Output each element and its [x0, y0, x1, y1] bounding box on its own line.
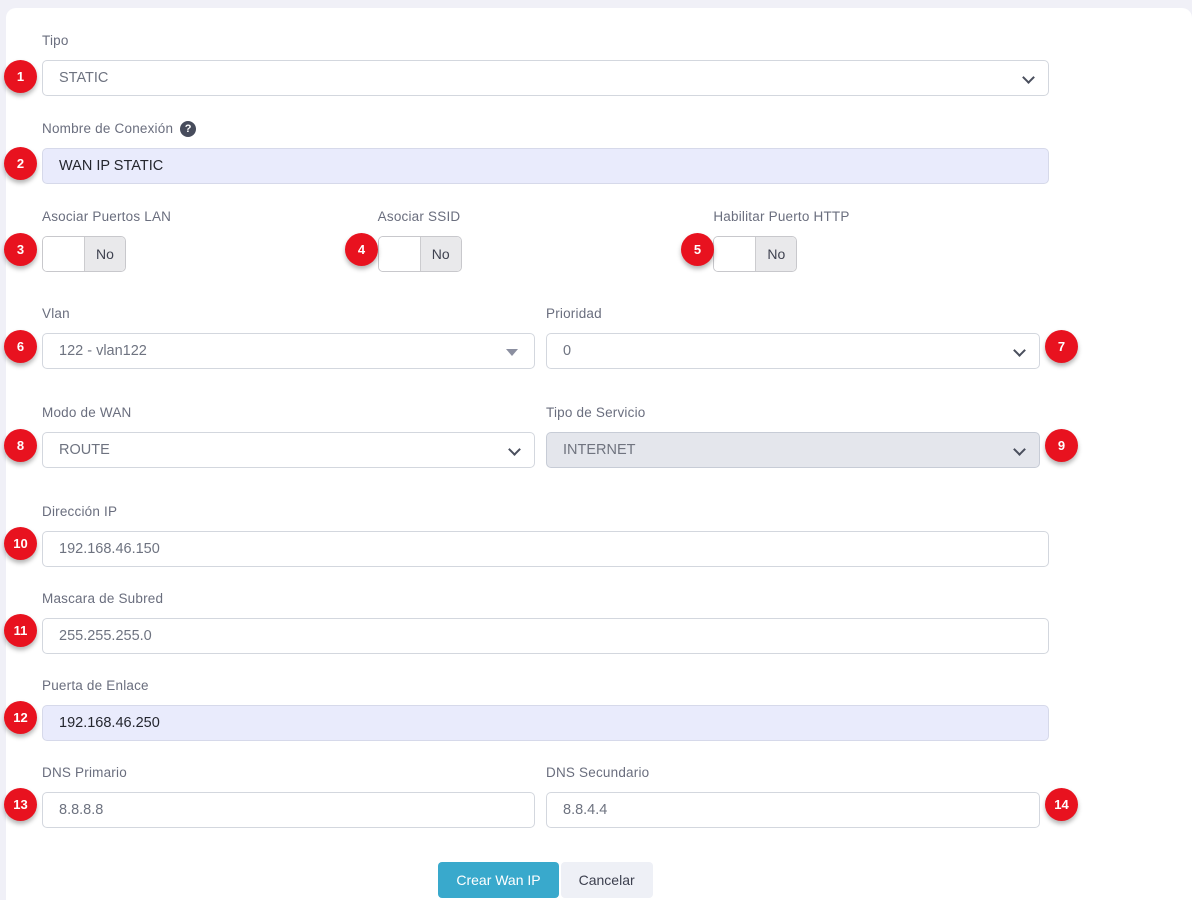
vlan-label: Vlan [42, 306, 70, 321]
prioridad-select[interactable]: 0 [546, 333, 1040, 369]
field-modo-wan: Modo de WAN ROUTE [42, 405, 535, 468]
form-card: Tipo STATIC Nombre de Conexión ? Asociar… [6, 8, 1192, 900]
field-asociar-ssid: Asociar SSID No [377, 209, 714, 272]
field-prioridad: Prioridad 0 [546, 306, 1040, 369]
tipo-servicio-select-value: INTERNET [563, 442, 636, 458]
tipo-servicio-label: Tipo de Servicio [546, 405, 646, 420]
puerta-enlace-label: Puerta de Enlace [42, 678, 149, 693]
toggles-row: Asociar Puertos LAN No Asociar SSID No H… [42, 209, 1049, 272]
annotation-badge-6: 6 [4, 330, 37, 363]
chevron-down-icon [1013, 344, 1026, 357]
field-mascara-subred: Mascara de Subred [42, 591, 1049, 654]
field-tipo: Tipo STATIC [42, 33, 1049, 96]
annotation-badge-8: 8 [4, 429, 37, 462]
modo-wan-select[interactable]: ROUTE [42, 432, 535, 468]
prioridad-select-value: 0 [563, 343, 572, 359]
annotation-badge-13: 13 [4, 788, 37, 821]
dns-primario-input[interactable] [42, 792, 535, 828]
prioridad-label: Prioridad [546, 306, 602, 321]
modo-wan-select-value: ROUTE [59, 442, 110, 458]
toggle-state-label: No [756, 237, 797, 271]
field-nombre-conexion: Nombre de Conexión ? [42, 121, 1049, 184]
field-habilitar-puerto-http: Habilitar Puerto HTTP No [713, 209, 1049, 272]
annotation-badge-14: 14 [1045, 788, 1078, 821]
tipo-select[interactable]: STATIC [42, 60, 1049, 96]
toggle-state-label: No [420, 237, 461, 271]
asociar-ssid-toggle[interactable]: No [377, 236, 462, 272]
annotation-badge-9: 9 [1045, 429, 1078, 462]
nombre-conexion-input[interactable] [42, 148, 1049, 184]
vlan-select[interactable]: 122 - vlan122 [42, 333, 535, 369]
annotation-badge-12: 12 [4, 701, 37, 734]
dns-row: DNS Primario DNS Secundario [42, 765, 1049, 828]
tipo-select-value: STATIC [59, 70, 109, 86]
field-direccion-ip: Dirección IP [42, 504, 1049, 567]
modo-wan-label: Modo de WAN [42, 405, 132, 420]
help-question-icon[interactable]: ? [180, 121, 197, 137]
wan-ip-form-page: Tipo STATIC Nombre de Conexión ? Asociar… [0, 0, 1192, 900]
mascara-subred-input[interactable] [42, 618, 1049, 654]
puerta-enlace-input[interactable] [42, 705, 1049, 741]
form-actions: Crear Wan IP Cancelar [42, 862, 1049, 898]
annotation-badge-11: 11 [4, 614, 37, 647]
annotation-badge-4: 4 [345, 233, 378, 266]
asociar-puertos-lan-label: Asociar Puertos LAN [42, 209, 172, 224]
direccion-ip-input[interactable] [42, 531, 1049, 567]
habilitar-puerto-http-toggle[interactable]: No [713, 236, 798, 272]
field-dns-primario: DNS Primario [42, 765, 535, 828]
vlan-select-value: 122 - vlan122 [59, 343, 147, 359]
toggle-knob [378, 237, 421, 271]
chevron-down-icon [1013, 443, 1026, 456]
toggle-knob [714, 237, 757, 271]
nombre-conexion-label: Nombre de Conexión [42, 121, 174, 136]
asociar-ssid-label: Asociar SSID [377, 209, 461, 224]
field-puerta-enlace: Puerta de Enlace [42, 678, 1049, 741]
habilitar-puerto-http-label: Habilitar Puerto HTTP [713, 209, 850, 224]
tipo-servicio-select: INTERNET [546, 432, 1040, 468]
vlan-prioridad-row: Vlan 122 - vlan122 Prioridad 0 [42, 306, 1049, 369]
chevron-down-icon [1022, 71, 1035, 84]
annotation-badge-10: 10 [4, 527, 37, 560]
asociar-puertos-lan-toggle[interactable]: No [42, 236, 126, 272]
dns-secundario-input[interactable] [546, 792, 1040, 828]
annotation-badge-1: 1 [4, 60, 37, 93]
crear-wan-ip-button[interactable]: Crear Wan IP [438, 862, 559, 898]
direccion-ip-label: Dirección IP [42, 504, 118, 519]
annotation-badge-2: 2 [4, 147, 37, 180]
mascara-subred-label: Mascara de Subred [42, 591, 164, 606]
modo-servicio-row: Modo de WAN ROUTE Tipo de Servicio INTER… [42, 405, 1049, 468]
field-vlan: Vlan 122 - vlan122 [42, 306, 535, 369]
annotation-badge-3: 3 [4, 233, 37, 266]
toggle-knob [43, 237, 85, 271]
annotation-badge-5: 5 [681, 233, 714, 266]
dns-primario-label: DNS Primario [42, 765, 127, 780]
field-asociar-puertos-lan: Asociar Puertos LAN No [42, 209, 378, 272]
toggle-state-label: No [85, 237, 125, 271]
triangle-down-icon [506, 349, 518, 356]
chevron-down-icon [508, 443, 521, 456]
annotation-badge-7: 7 [1045, 330, 1078, 363]
dns-secundario-label: DNS Secundario [546, 765, 650, 780]
cancelar-button[interactable]: Cancelar [560, 862, 653, 898]
field-dns-secundario: DNS Secundario [546, 765, 1040, 828]
tipo-label: Tipo [42, 33, 69, 48]
field-tipo-servicio: Tipo de Servicio INTERNET [546, 405, 1040, 468]
